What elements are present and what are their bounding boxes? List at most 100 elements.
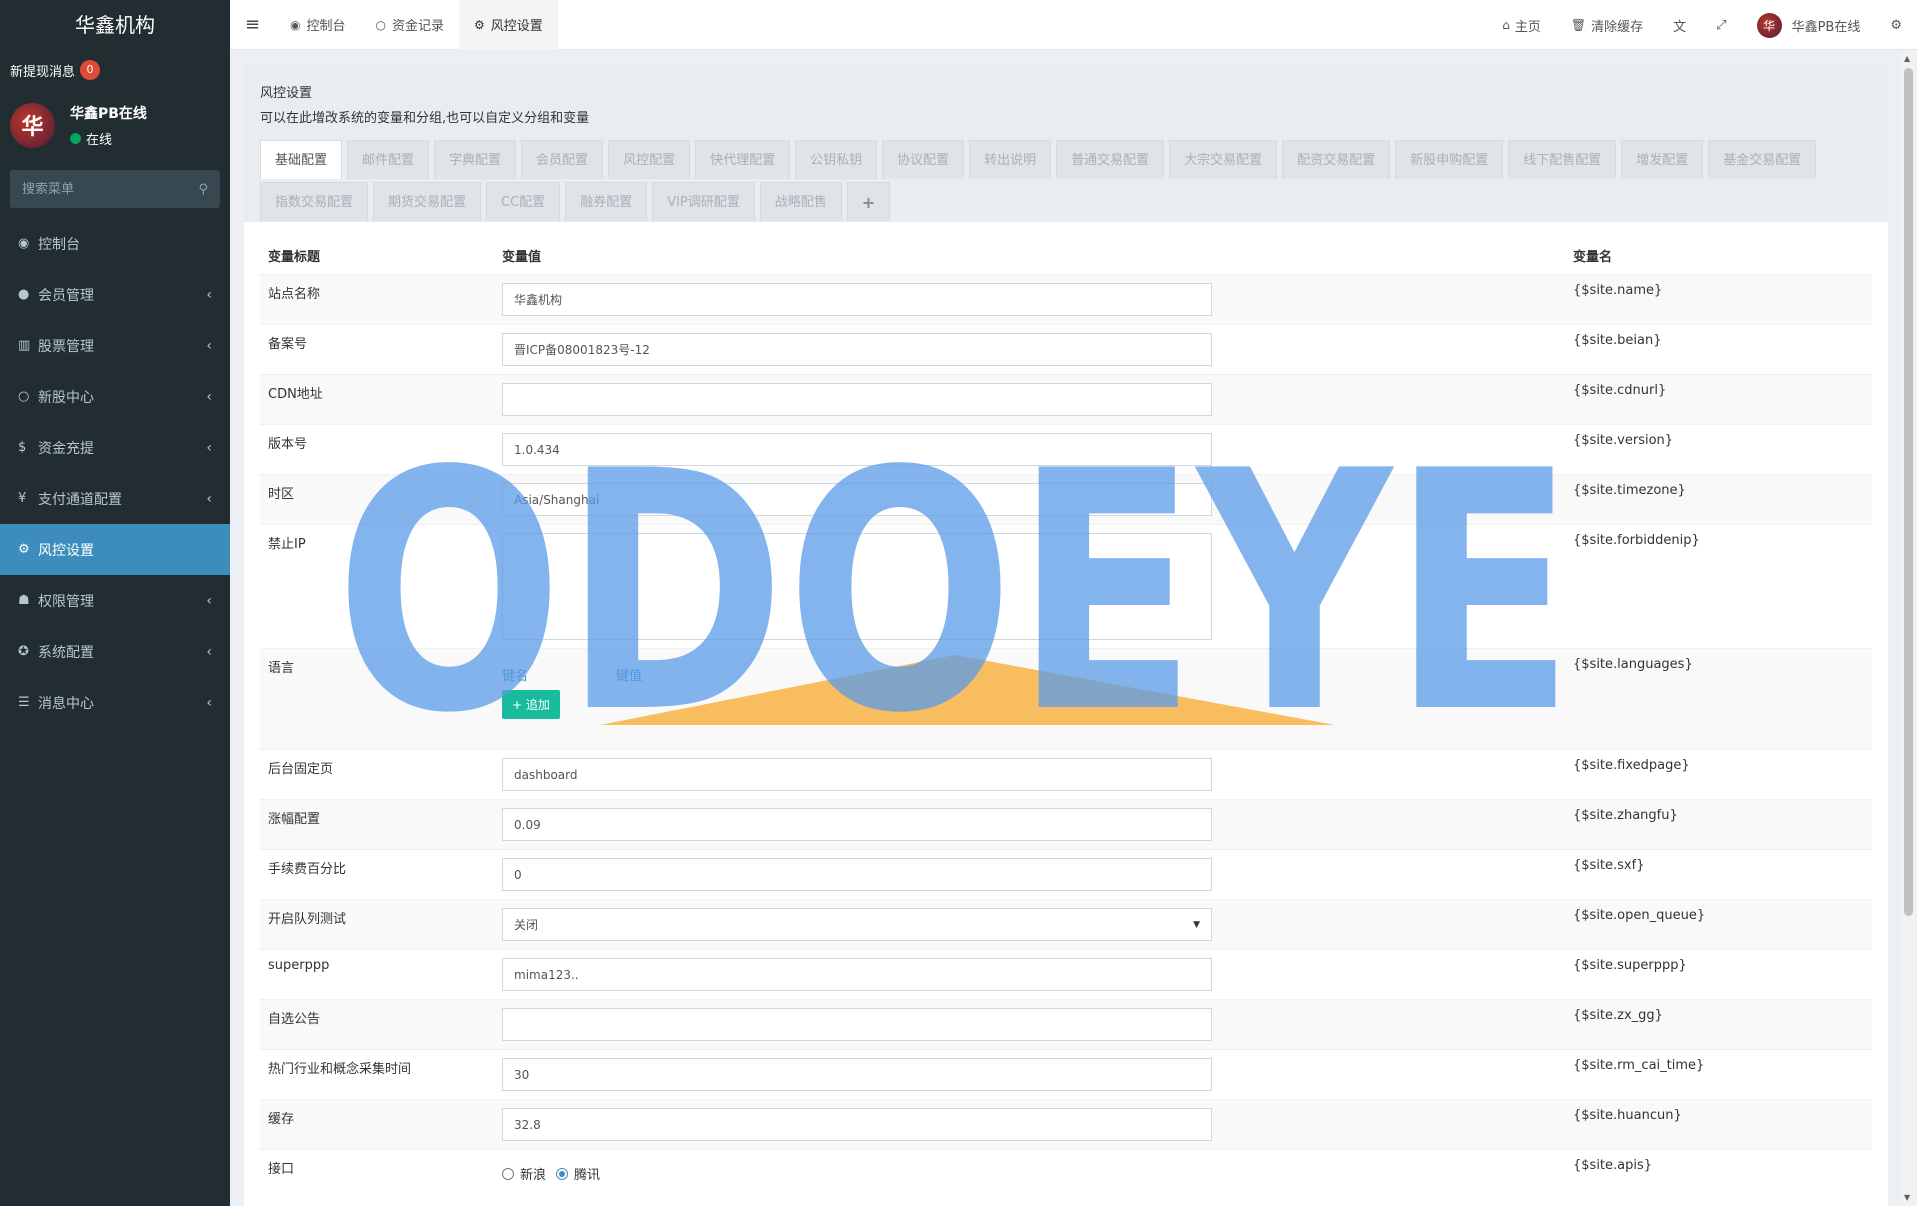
config-input[interactable]: 32.8 — [502, 1108, 1212, 1141]
scroll-up-icon[interactable]: ▲ — [1904, 54, 1910, 63]
config-tab[interactable]: 大宗交易配置 — [1169, 140, 1278, 179]
language-toggle[interactable]: 文 — [1658, 0, 1701, 50]
sidebar-item-9[interactable]: ☰ 消息中心 ‹ — [0, 677, 230, 728]
chevron-left-icon: ‹ — [206, 490, 212, 507]
config-tab[interactable]: 快代理配置 — [695, 140, 791, 179]
row-title: 语言 — [268, 661, 295, 676]
sidebar-item-0[interactable]: ◉ 控制台 — [0, 218, 230, 269]
radio-label[interactable]: 新浪 — [520, 1164, 546, 1183]
row-value-cell — [502, 383, 1573, 416]
config-tab[interactable]: 基础配置 — [260, 140, 343, 179]
row-value-cell: 晋ICP备08001823号-12 — [502, 333, 1573, 366]
config-tab[interactable]: 普通交易配置 — [1056, 140, 1165, 179]
sidebar-item-6[interactable]: ⚙ 风控设置 — [0, 524, 230, 575]
config-input[interactable]: dashboard — [502, 758, 1212, 791]
queue-select[interactable]: 关闭 ▼ — [502, 908, 1212, 941]
config-tab[interactable]: 字典配置 — [434, 140, 517, 179]
chevron-left-icon: ‹ — [206, 337, 212, 354]
settings-button[interactable]: ⚙ — [1875, 0, 1917, 50]
config-tab[interactable]: 风控配置 — [608, 140, 691, 179]
config-input[interactable]: Asia/Shanghai — [502, 483, 1212, 516]
config-tab[interactable]: 指数交易配置 — [260, 182, 369, 221]
gear-icon: ⚙ — [18, 542, 30, 557]
table-row: 禁止IP {$site.forbiddenip} — [260, 524, 1872, 648]
row-value-cell: 1.0.434 — [502, 433, 1573, 466]
sidebar-item-4[interactable]: $ 资金充提 ‹ — [0, 422, 230, 473]
table-row: 站点名称 华鑫机构 {$site.name} — [260, 274, 1872, 324]
sidebar-item-3[interactable]: ○ 新股中心 ‹ — [0, 371, 230, 422]
config-input[interactable]: 1.0.434 — [502, 433, 1212, 466]
fullscreen-button[interactable]: ⤢ — [1701, 0, 1741, 50]
config-tab[interactable]: 融券配置 — [565, 182, 648, 221]
config-tab[interactable]: 转出说明 — [969, 140, 1052, 179]
row-var-name: {$site.rm_cai_time} — [1573, 1058, 1705, 1073]
config-tab[interactable]: 基金交易配置 — [1708, 140, 1817, 179]
fullscreen-icon: ⤢ — [1716, 17, 1727, 33]
sidebar-item-1[interactable]: ● 会员管理 ‹ — [0, 269, 230, 320]
hamburger-icon[interactable]: ≡ — [230, 14, 275, 35]
user-menu[interactable]: 华 华鑫PB在线 — [1742, 0, 1876, 50]
dashboard-icon: ◉ — [290, 17, 301, 32]
scroll-thumb[interactable] — [1904, 68, 1913, 916]
config-tab[interactable]: 期货交易配置 — [373, 182, 482, 221]
config-tab[interactable]: 配资交易配置 — [1282, 140, 1391, 179]
sidebar-item-label: 消息中心 — [38, 695, 94, 712]
home-icon: ⌂ — [1502, 18, 1510, 32]
header-tab-label: 控制台 — [306, 19, 346, 34]
page-subtitle: 可以在此增改系统的变量和分组,也可以自定义分组和变量 — [260, 111, 590, 126]
config-tab[interactable]: 战略配售 — [759, 182, 842, 221]
forbidden-ip-textarea[interactable] — [502, 533, 1212, 640]
config-input[interactable] — [502, 1008, 1212, 1041]
header-tab-2[interactable]: ⚙ 风控设置 — [459, 0, 558, 50]
sidebar-item-7[interactable]: ☗ 权限管理 ‹ — [0, 575, 230, 626]
config-tab[interactable]: 线下配售配置 — [1508, 140, 1617, 179]
search-icon[interactable]: ⚲ — [198, 182, 208, 197]
home-link[interactable]: ⌂ 主页 — [1487, 0, 1556, 50]
config-tab[interactable]: 协议配置 — [882, 140, 965, 179]
config-tab[interactable]: 新股申购配置 — [1395, 140, 1504, 179]
config-tab[interactable]: VIP调研配置 — [652, 182, 755, 221]
table-row: 自选公告 {$site.zx_gg} — [260, 999, 1872, 1049]
clear-cache-button[interactable]: 🗑 清除缓存 — [1556, 0, 1658, 50]
header-tab-0[interactable]: ◉ 控制台 — [275, 0, 361, 50]
sidebar-item-5[interactable]: ¥ 支付通道配置 ‹ — [0, 473, 230, 524]
config-input[interactable]: 0 — [502, 858, 1212, 891]
config-input[interactable]: 30 — [502, 1058, 1212, 1091]
row-value-cell: dashboard — [502, 758, 1573, 791]
api-radio-group: 新浪 腾讯 — [502, 1164, 1573, 1183]
radio-button[interactable] — [556, 1167, 569, 1180]
config-tab[interactable]: 公钥私钥 — [795, 140, 878, 179]
row-value-cell — [502, 533, 1573, 640]
config-tab[interactable]: 增发配置 — [1621, 140, 1704, 179]
append-button[interactable]: + 追加 — [502, 690, 560, 719]
config-tab[interactable]: 邮件配置 — [347, 140, 430, 179]
menu-search-input[interactable] — [22, 181, 182, 197]
page-scrollbar[interactable]: ▲ ▼ — [1900, 50, 1917, 1206]
config-input[interactable] — [502, 383, 1212, 416]
row-title: 涨幅配置 — [268, 812, 321, 827]
header-tab-1[interactable]: ○ 资金记录 — [361, 0, 460, 50]
scroll-down-icon[interactable]: ▼ — [1904, 1193, 1910, 1202]
radio-label[interactable]: 腾讯 — [574, 1164, 600, 1183]
config-tab[interactable]: CC配置 — [486, 182, 561, 221]
brand-logo[interactable]: 华鑫机构 — [0, 0, 230, 50]
header-tabs: ◉ 控制台 ○ 资金记录 ⚙ 风控设置 — [275, 0, 558, 50]
config-input[interactable]: 0.09 — [502, 808, 1212, 841]
row-title: 时区 — [268, 487, 295, 502]
sidebar-item-8[interactable]: ✪ 系统配置 ‹ — [0, 626, 230, 677]
config-input[interactable]: mima123.. — [502, 958, 1212, 991]
chevron-left-icon: ‹ — [206, 592, 212, 609]
config-tab[interactable]: 会员配置 — [521, 140, 604, 179]
avatar: 华 — [1756, 12, 1782, 38]
radio-button[interactable] — [502, 1167, 514, 1180]
add-tab-plus-icon[interactable]: + — [846, 182, 891, 221]
config-tabs: 基础配置 邮件配置 字典配置 会员配置 风控配置 快代理配置 公钥私钥 协议配置 转出说明 普通交… — [260, 140, 1872, 224]
config-input[interactable]: 晋ICP备08001823号-12 — [502, 333, 1212, 366]
withdraw-notice[interactable]: 新提现消息 0 — [0, 50, 230, 90]
row-title: 热门行业和概念采集时间 — [268, 1062, 412, 1077]
config-input[interactable]: 华鑫机构 — [502, 283, 1212, 316]
sidebar-item-2[interactable]: ▥ 股票管理 ‹ — [0, 320, 230, 371]
user-status: 在线 — [70, 129, 147, 148]
notice-label: 新提现消息 — [10, 64, 76, 80]
chevron-left-icon: ‹ — [206, 439, 212, 456]
